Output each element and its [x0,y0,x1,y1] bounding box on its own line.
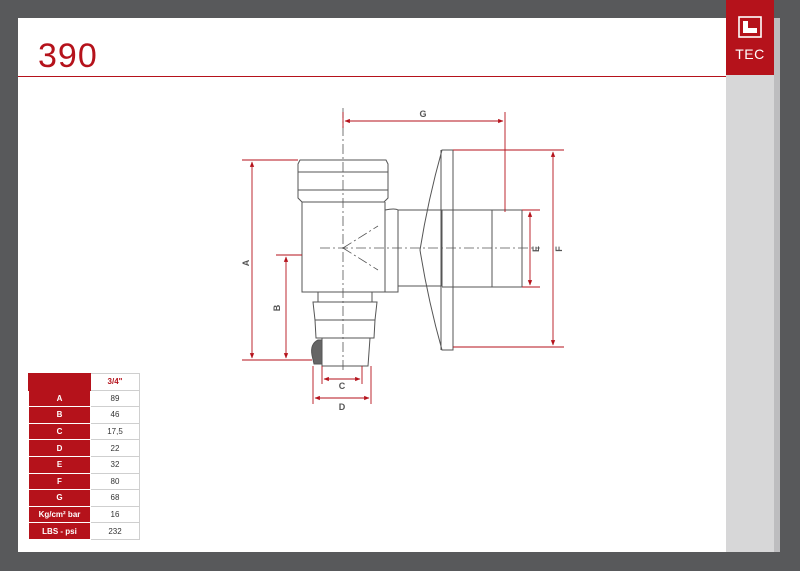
table-row: E 32 [28,455,140,474]
spec-size-header: 3/4" [90,373,140,391]
spec-label: LBS - psi [28,522,91,540]
table-row: F 80 [28,472,140,491]
fitting-outline [297,149,523,367]
table-row: G 68 [28,489,140,507]
spec-header-blank [28,373,91,391]
spec-label: C [28,422,91,441]
spec-label: D [28,439,91,457]
table-row: B 46 [28,406,140,424]
dim-label-g: G [419,109,426,119]
spec-table-header: 3/4" [28,373,140,391]
spec-value: 68 [90,489,140,507]
spec-label: Kg/cm² bar [28,505,91,524]
spec-value: 80 [90,472,140,491]
dim-label-d: D [339,402,346,412]
table-row: D 22 [28,439,140,457]
spec-label: G [28,489,91,507]
spec-label: B [28,406,91,424]
spec-value: 89 [90,389,140,408]
spec-value: 232 [90,522,140,540]
spec-value: 46 [90,406,140,424]
spec-value: 17,5 [90,422,140,441]
spec-table: 3/4" A 89 B 46 C 17,5 D 22 E 32 F 80 G 6… [28,373,140,540]
spec-value: 16 [90,505,140,524]
table-row: A 89 [28,389,140,408]
dim-label-a: A [241,259,251,266]
dim-label-e: E [531,246,541,252]
spec-value: 32 [90,455,140,474]
spec-label: F [28,472,91,491]
center-lines [320,108,540,372]
spec-value: 22 [90,439,140,457]
dim-label-f: F [554,246,564,252]
table-row: C 17,5 [28,422,140,441]
dimension-lines [242,112,564,404]
table-row: Kg/cm² bar 16 [28,505,140,524]
table-row: LBS - psi 232 [28,522,140,540]
spec-label: E [28,455,91,474]
dim-label-c: C [339,381,346,391]
dim-label-b: B [272,304,282,311]
spec-label: A [28,389,91,408]
